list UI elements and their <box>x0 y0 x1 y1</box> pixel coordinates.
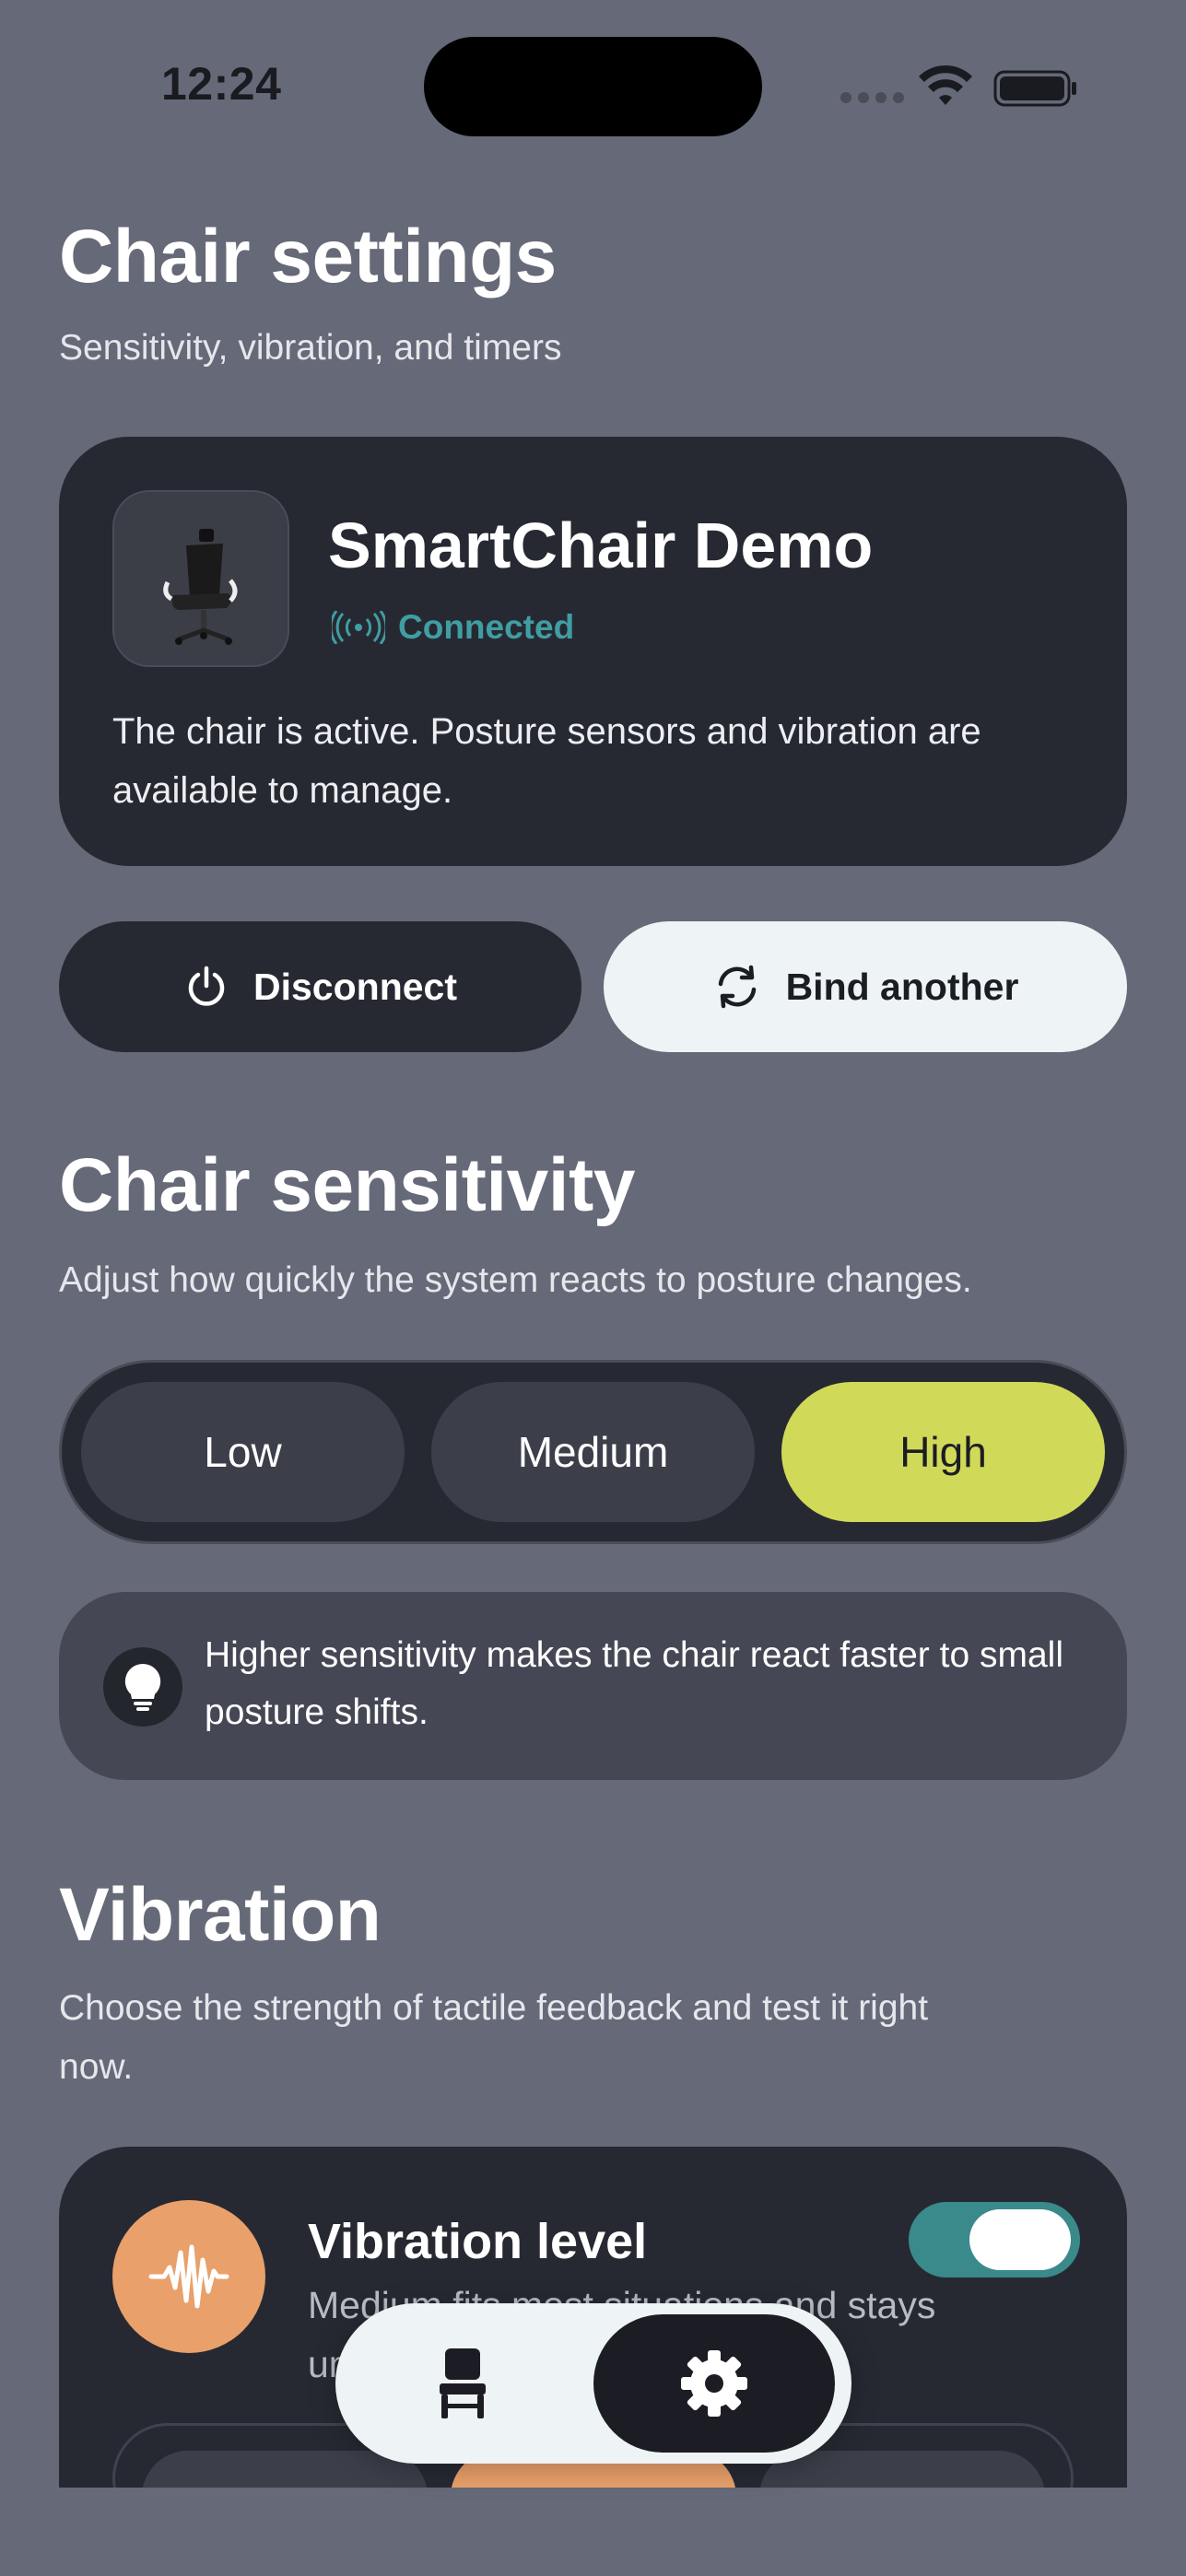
sensitivity-option-medium[interactable]: Medium <box>431 1382 755 1522</box>
chair-settings-screen: 12:24 Chair settings Sensitivity, vibrat… <box>0 0 1186 2576</box>
gear-icon <box>681 2350 747 2417</box>
connection-status-label: Connected <box>398 608 575 646</box>
battery-icon <box>993 70 1076 107</box>
vibration-subtitle: Choose the strength of tactile feedback … <box>59 1988 929 2087</box>
page-subtitle: Sensitivity, vibration, and timers <box>59 328 562 368</box>
bind-another-label: Bind another <box>785 965 1019 1008</box>
tab-settings[interactable] <box>593 2314 835 2453</box>
device-card: SmartChair Demo Connected The chair is a… <box>59 437 1127 866</box>
dynamic-island <box>424 37 762 136</box>
vibration-toggle[interactable] <box>909 2202 1080 2277</box>
refresh-icon <box>718 965 756 1009</box>
device-name: SmartChair Demo <box>328 509 874 581</box>
sensitivity-selector: Low Medium High <box>59 1360 1127 1544</box>
disconnect-label: Disconnect <box>253 965 457 1008</box>
sensitivity-option-low[interactable]: Low <box>81 1382 405 1522</box>
device-description: The chair is active. Posture sensors and… <box>112 711 981 811</box>
connection-status: Connected <box>332 608 574 647</box>
bottom-tab-bar <box>335 2303 851 2464</box>
vibration-title: Vibration <box>59 1873 382 1957</box>
sensitivity-option-high[interactable]: High <box>781 1382 1105 1522</box>
vibration-level-title: Vibration level <box>308 2214 648 2269</box>
signal-dots-icon <box>840 92 904 103</box>
tab-chair[interactable] <box>348 2314 577 2453</box>
sensitivity-title: Chair sensitivity <box>59 1143 635 1227</box>
chair-icon <box>440 2348 486 2418</box>
broadcast-icon <box>332 611 385 644</box>
sensitivity-subtitle: Adjust how quickly the system reacts to … <box>59 1260 972 1300</box>
disconnect-button[interactable]: Disconnect <box>59 921 581 1052</box>
page-title: Chair settings <box>59 215 557 299</box>
power-icon <box>188 966 225 1006</box>
vibration-toggle-knob <box>969 2209 1071 2270</box>
wifi-icon <box>919 64 972 105</box>
lightbulb-icon <box>103 1647 182 1727</box>
waveform-icon <box>112 2200 265 2353</box>
sensitivity-tip: Higher sensitivity makes the chair react… <box>59 1592 1127 1780</box>
status-time: 12:24 <box>161 58 282 110</box>
office-chair-image <box>163 529 238 645</box>
bind-another-button[interactable]: Bind another <box>604 921 1127 1052</box>
chair-thumbnail <box>112 490 289 667</box>
sensitivity-tip-text: Higher sensitivity makes the chair react… <box>205 1635 1064 1732</box>
